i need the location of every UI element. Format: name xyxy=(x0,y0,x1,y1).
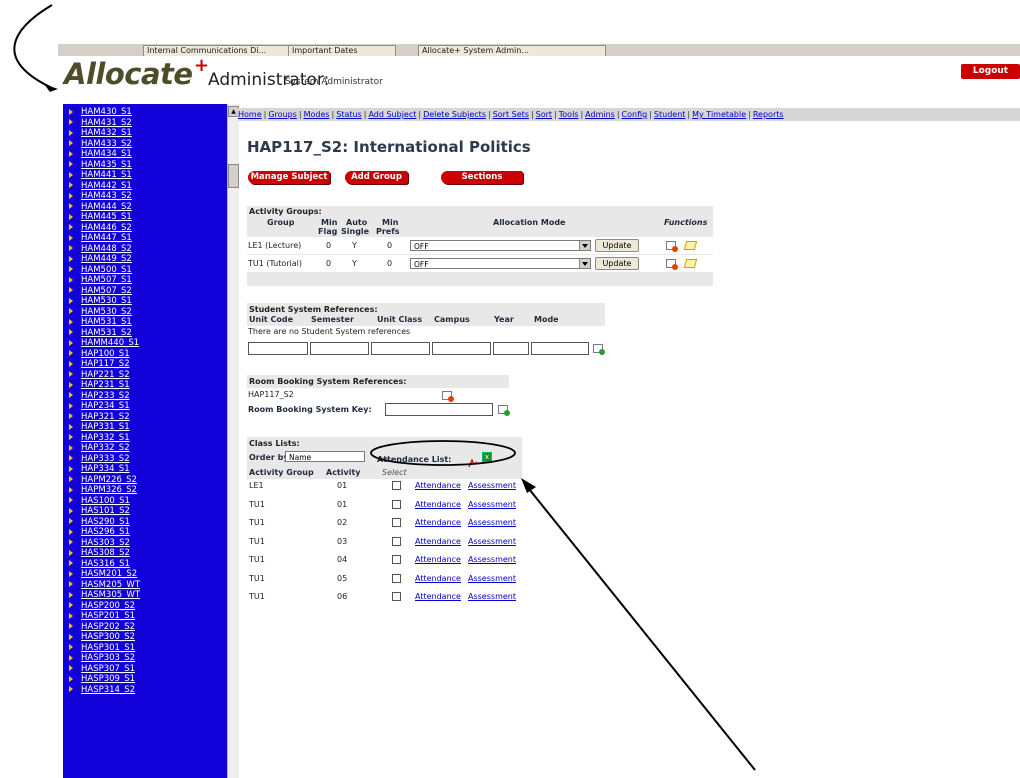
pointer-line-annotation xyxy=(524,483,756,771)
ellipse-annotation xyxy=(370,440,516,466)
curved-arrow-annotation xyxy=(13,4,53,88)
curved-arrow-head xyxy=(44,84,58,92)
pointer-arrow-head xyxy=(521,478,536,493)
annotation-overlay xyxy=(13,4,756,771)
